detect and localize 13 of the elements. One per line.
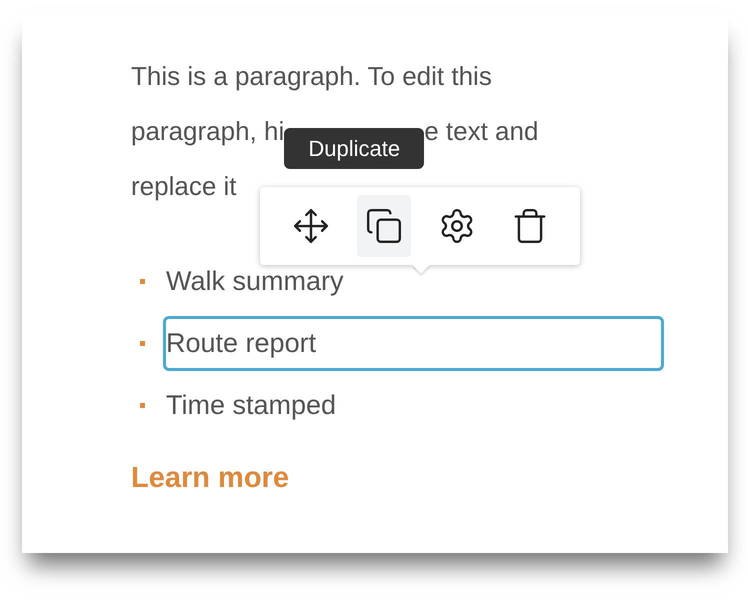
- paragraph-text: replace it: [131, 170, 236, 203]
- bullet-icon: [140, 279, 145, 284]
- move-icon: [292, 207, 330, 245]
- toolbar-button[interactable]: [356, 195, 410, 257]
- paragraph-text: paragraph, hi: [131, 115, 284, 148]
- bullet-icon: [140, 341, 145, 346]
- paragraph-text: This is a paragraph. To edit this: [131, 60, 492, 93]
- copy-icon: [364, 207, 402, 245]
- bullet-icon: [140, 403, 145, 408]
- list-item[interactable]: Route report: [163, 316, 664, 371]
- list-item[interactable]: Time stamped: [163, 378, 664, 433]
- tooltip: Duplicate: [284, 128, 424, 169]
- paragraph-text: e text and: [424, 115, 538, 148]
